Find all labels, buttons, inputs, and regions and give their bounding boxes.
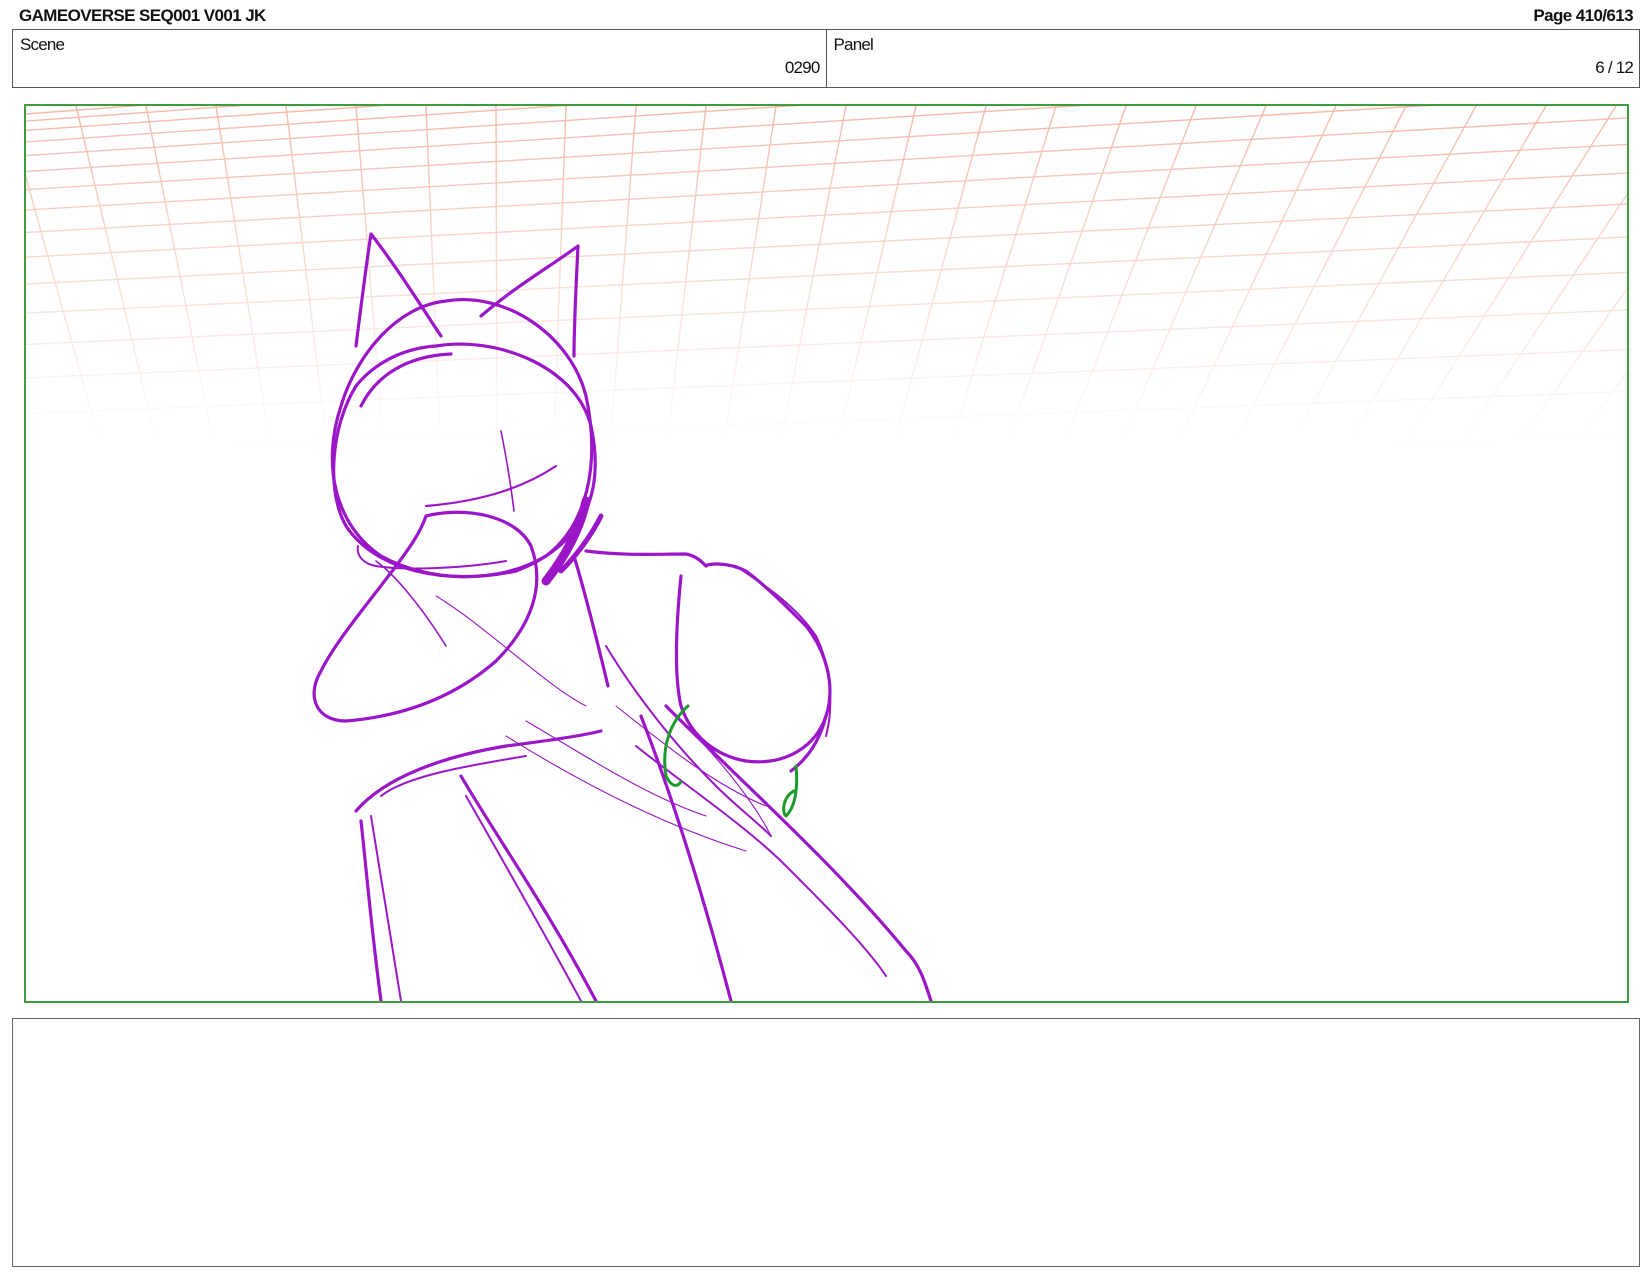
grid-line	[1066, 106, 1197, 437]
grid-line	[1180, 106, 1337, 437]
grid-line	[26, 143, 1627, 234]
grid-line	[610, 106, 637, 437]
grid-line	[781, 106, 847, 437]
grid-line	[1579, 371, 1627, 437]
page-number: Page 410/613	[1533, 6, 1633, 25]
grid-line	[425, 106, 441, 437]
panel-notes-box	[12, 1018, 1640, 1267]
scene-label: Scene	[20, 35, 65, 54]
grid-line	[145, 106, 213, 437]
scene-cell: Scene 0290	[13, 30, 826, 87]
grid-line	[26, 106, 1086, 173]
grid-line	[1009, 106, 1127, 437]
character-sketch	[312, 232, 933, 1001]
storyboard-sketch	[26, 106, 1627, 1001]
grid-line	[1123, 106, 1267, 437]
grid-line	[1408, 106, 1617, 437]
grid-line	[1465, 193, 1627, 437]
scene-number: 0290	[784, 58, 820, 77]
grid-line	[26, 106, 569, 143]
grid-line	[1522, 287, 1627, 437]
panel-cell: Panel 6 / 12	[825, 30, 1640, 87]
grid-line	[26, 106, 385, 132]
grid-line	[26, 117, 1627, 211]
grid-line	[355, 106, 384, 437]
project-title: GAMEOVERSE SEQ001 V001 JK	[19, 6, 266, 25]
grid-line	[215, 106, 270, 437]
storyboard-panel-frame	[24, 104, 1629, 1003]
grid-line	[26, 106, 1432, 191]
panel-label: Panel	[833, 35, 874, 54]
panel-number: 6 / 12	[1595, 58, 1634, 77]
grid-line	[724, 106, 777, 437]
perspective-grid	[26, 106, 1627, 535]
grid-line	[495, 106, 498, 437]
grid-line	[75, 106, 156, 437]
grid-line	[26, 236, 1627, 314]
grid-line	[26, 481, 1627, 535]
grid-line	[553, 106, 567, 437]
grid-line	[26, 271, 1627, 346]
scene-panel-info-table: Scene 0290 Panel 6 / 12	[12, 29, 1640, 88]
grid-line	[26, 106, 143, 115]
grid-line	[26, 348, 1627, 415]
grid-line	[26, 309, 1627, 379]
grid-line	[26, 434, 1627, 493]
